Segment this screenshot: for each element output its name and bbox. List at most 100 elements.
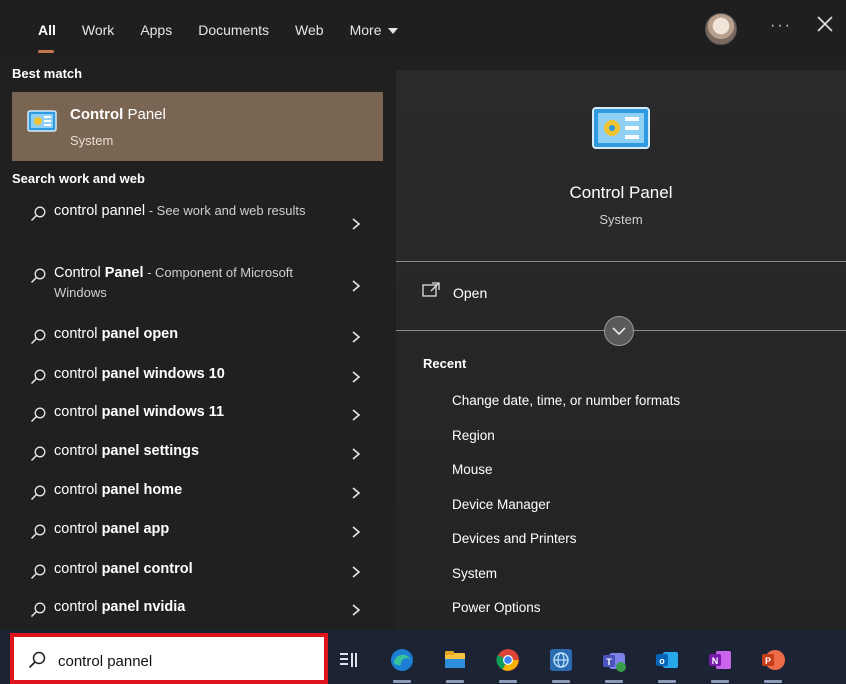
search-result-item[interactable]: control panel windows 11	[12, 398, 383, 432]
chevron-right-icon[interactable]	[351, 217, 361, 231]
search-result-item[interactable]: control panel nvidia	[12, 593, 383, 627]
result-text-plain: control	[54, 521, 102, 537]
search-result-text: control panel windows 11	[54, 402, 329, 422]
search-icon	[30, 407, 46, 423]
search-result-item[interactable]: control panel home	[12, 476, 383, 510]
recent-item[interactable]: Devices and Printers	[452, 531, 577, 546]
result-text-bold: panel windows 11	[101, 404, 225, 420]
search-web-header: Search work and web	[12, 171, 145, 186]
recent-item[interactable]: System	[452, 566, 497, 581]
control-panel-icon	[27, 110, 57, 132]
search-icon	[30, 369, 46, 385]
best-match-title: Control Panel	[70, 106, 166, 123]
network-globe-icon[interactable]	[548, 647, 574, 673]
recent-item[interactable]: Region	[452, 428, 495, 443]
search-result-item[interactable]: control pannel - See work and web result…	[12, 197, 383, 251]
tab-apps[interactable]: Apps	[127, 19, 185, 41]
teams-icon[interactable]: T	[601, 647, 627, 673]
result-text-plain: control	[54, 366, 102, 382]
result-text-plain: control	[54, 443, 102, 459]
search-result-item[interactable]: control panel settings	[12, 437, 383, 471]
result-text-bold: panel windows 10	[101, 366, 225, 382]
expand-button[interactable]	[604, 316, 634, 346]
chevron-right-icon[interactable]	[351, 486, 361, 500]
best-match-title-rest: Panel	[123, 106, 166, 123]
active-indicator	[764, 680, 782, 683]
chevron-right-icon[interactable]	[351, 603, 361, 617]
tab-web[interactable]: Web	[282, 19, 337, 41]
tab-work[interactable]: Work	[69, 19, 127, 41]
preview-title: Control Panel	[569, 183, 673, 202]
result-text-plain: control	[54, 482, 102, 498]
active-indicator	[552, 680, 570, 683]
search-icon	[30, 564, 46, 580]
chrome-icon[interactable]	[495, 647, 521, 673]
divider	[396, 261, 846, 262]
preview-subtitle: System	[599, 212, 643, 227]
taskbar-search-box[interactable]	[10, 633, 328, 684]
file-explorer-icon[interactable]	[442, 647, 468, 673]
recent-item[interactable]: Mouse	[452, 462, 493, 477]
search-icon	[30, 446, 46, 462]
outlook-icon[interactable]: o	[654, 647, 680, 673]
chevron-right-icon[interactable]	[351, 408, 361, 422]
result-text-plain: control	[54, 326, 102, 342]
search-result-text: control panel settings	[54, 441, 329, 461]
recent-item[interactable]: Device Manager	[452, 497, 550, 512]
search-icon	[30, 485, 46, 501]
caret-down-icon	[387, 28, 398, 35]
recent-header: Recent	[423, 356, 467, 371]
chevron-right-icon[interactable]	[351, 447, 361, 461]
onenote-icon[interactable]: N	[707, 647, 733, 673]
chevron-right-icon[interactable]	[351, 330, 361, 344]
search-result-text: control panel windows 10	[54, 364, 329, 384]
result-text-plain: control	[54, 404, 102, 420]
edge-icon[interactable]	[389, 647, 415, 673]
search-result-text: Control Panel - Component of Microsoft W…	[54, 263, 329, 303]
search-nav-bar: All Work Apps Documents Web More ···	[0, 0, 846, 58]
search-tabs: All Work Apps Documents Web More	[24, 19, 411, 53]
search-result-text: control panel nvidia	[54, 597, 329, 617]
chevron-right-icon[interactable]	[351, 525, 361, 539]
search-result-text: control pannel - See work and web result…	[54, 201, 329, 221]
search-icon	[30, 602, 46, 618]
powerpoint-icon[interactable]: P	[760, 647, 786, 673]
svg-text:T: T	[606, 657, 612, 667]
tab-more[interactable]: More	[337, 19, 411, 41]
active-indicator	[711, 680, 729, 683]
preview-pane	[396, 70, 846, 630]
tab-documents[interactable]: Documents	[185, 19, 282, 41]
chevron-right-icon[interactable]	[351, 279, 361, 293]
search-icon	[30, 524, 46, 540]
chevron-right-icon[interactable]	[351, 565, 361, 579]
recent-item[interactable]: Change date, time, or number formats	[452, 393, 680, 408]
svg-text:o: o	[659, 656, 665, 666]
open-external-icon	[422, 282, 440, 297]
svg-text:N: N	[712, 656, 719, 666]
best-match-header: Best match	[12, 66, 83, 81]
task-view-icon[interactable]	[336, 647, 362, 673]
tab-more-label: More	[349, 22, 382, 38]
close-icon[interactable]	[814, 13, 836, 35]
best-match-result[interactable]	[12, 92, 383, 161]
result-text-sub: - See work and web results	[145, 203, 306, 218]
search-result-item[interactable]: control panel windows 10	[12, 360, 383, 394]
result-text-plain: control	[54, 599, 102, 615]
result-text-bold: panel open	[101, 326, 179, 342]
search-result-item[interactable]: control panel open	[12, 320, 383, 354]
recent-item[interactable]: Power Options	[452, 600, 541, 615]
search-result-item[interactable]: Control Panel - Component of Microsoft W…	[12, 259, 383, 313]
search-result-item[interactable]: control panel control	[12, 555, 383, 589]
active-indicator	[393, 680, 411, 683]
active-indicator	[499, 680, 517, 683]
result-text-bold: panel app	[101, 521, 170, 537]
tab-all[interactable]: All	[24, 19, 69, 53]
search-input[interactable]	[58, 651, 308, 671]
search-result-item[interactable]: control panel app	[12, 515, 383, 549]
result-text-bold: panel home	[101, 482, 183, 498]
more-options-button[interactable]: ···	[770, 17, 792, 35]
avatar[interactable]	[705, 13, 737, 45]
svg-text:P: P	[765, 656, 771, 666]
chevron-right-icon[interactable]	[351, 370, 361, 384]
search-icon	[30, 329, 46, 345]
